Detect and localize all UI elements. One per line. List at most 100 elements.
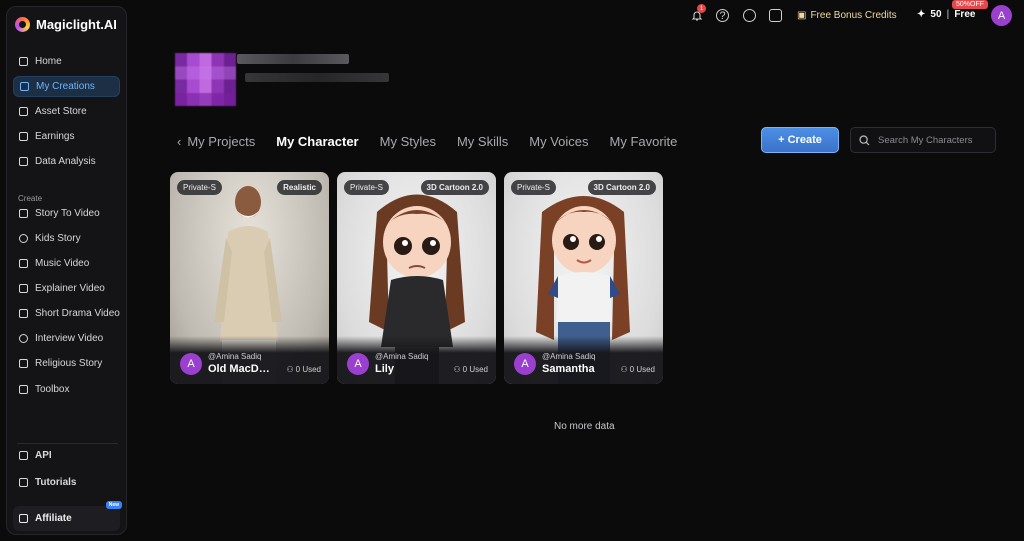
usage-label: 0 Used: [295, 365, 321, 374]
usage-label: 0 Used: [462, 365, 488, 374]
author-avatar: A: [514, 353, 536, 375]
notification-count-badge: 1: [697, 4, 706, 13]
sidebar-item-label: Story To Video: [35, 208, 100, 219]
tab-my-styles[interactable]: My Styles: [380, 134, 436, 149]
logo[interactable]: Magiclight.AI: [15, 17, 117, 32]
card-character-name: Old MacDonald: [208, 363, 274, 375]
discord-icon[interactable]: [769, 9, 782, 22]
sidebar-item-label: Short Drama Video: [35, 308, 120, 319]
create-button[interactable]: + Create: [761, 127, 839, 153]
api-icon: [19, 451, 28, 460]
credits-separator: |: [946, 9, 950, 20]
create-section-label: Create: [18, 194, 43, 203]
tab-my-character[interactable]: My Character: [276, 134, 358, 149]
sidebar-item-interview-video[interactable]: Interview Video: [13, 328, 120, 349]
sidebar-item-label: Asset Store: [35, 106, 87, 117]
sidebar-item-label: Music Video: [35, 258, 90, 269]
new-badge: New: [105, 501, 122, 509]
music-icon: [19, 259, 28, 268]
sidebar-item-label: Home: [35, 56, 62, 67]
sidebar-item-religious-story[interactable]: Religious Story: [13, 353, 120, 374]
sidebar-item-api[interactable]: API: [13, 445, 120, 466]
sidebar-item-short-drama-video[interactable]: Short Drama Video: [13, 303, 120, 324]
credit-count: 50: [930, 9, 942, 20]
sidebar-item-tutorials[interactable]: Tutorials: [13, 472, 120, 493]
search-box[interactable]: [850, 127, 996, 153]
bonus-label: Free Bonus Credits: [810, 10, 897, 21]
sidebar-item-earnings[interactable]: Earnings: [13, 126, 120, 147]
sidebar-item-label: API: [35, 450, 52, 461]
globe-icon[interactable]: [743, 9, 756, 22]
character-tabs: ‹ My Projects My Character My Styles My …: [177, 134, 698, 149]
character-card[interactable]: Private-S Realistic A @Amina Sadiq Old M…: [170, 172, 329, 384]
tutorial-icon: [19, 478, 28, 487]
sidebar-item-story-to-video[interactable]: Story To Video: [13, 203, 120, 224]
sidebar-item-label: Earnings: [35, 131, 75, 142]
tab-my-favorite[interactable]: My Favorite: [610, 134, 678, 149]
folder-icon: [20, 82, 29, 91]
visibility-tag: Private-S: [511, 180, 556, 195]
logo-icon: [15, 17, 30, 32]
search-input[interactable]: [878, 134, 993, 146]
card-author: @Amina Sadiq: [208, 352, 262, 361]
toolbox-icon: [19, 385, 28, 394]
style-tag: Realistic: [277, 180, 322, 195]
discount-badge: 50%OFF: [952, 0, 989, 9]
visibility-tag: Private-S: [177, 180, 222, 195]
sidebar-item-home[interactable]: Home: [13, 51, 120, 72]
sidebar-item-label: Religious Story: [35, 358, 103, 369]
sidebar-item-asset-store[interactable]: Asset Store: [13, 101, 120, 122]
usage-label: 0 Used: [629, 365, 655, 374]
card-author: @Amina Sadiq: [542, 352, 596, 361]
sidebar-item-data-analysis[interactable]: Data Analysis: [13, 151, 120, 172]
sidebar-item-affiliate[interactable]: Affiliate New: [13, 501, 122, 531]
free-bonus-credits-button[interactable]: ▣ Free Bonus Credits: [797, 10, 897, 21]
usage-count: ⚇ 0 Used: [453, 365, 488, 374]
sidebar-item-label: Explainer Video: [35, 283, 105, 294]
home-icon: [19, 57, 28, 66]
card-character-name: Samantha: [542, 363, 595, 375]
store-icon: [19, 107, 28, 116]
style-tag: 3D Cartoon 2.0: [420, 180, 489, 195]
app-name: Magiclight.AI: [36, 17, 117, 32]
book-icon: [19, 359, 28, 368]
profile-subtitle-blurred: [245, 73, 389, 82]
tab-my-voices[interactable]: My Voices: [529, 134, 588, 149]
sidebar-item-label: Tutorials: [35, 477, 77, 488]
sidebar-item-label: Toolbox: [35, 384, 70, 395]
users-icon: ⚇: [286, 365, 294, 374]
mic-icon: [19, 334, 28, 343]
video-icon: [19, 209, 28, 218]
usage-count: ⚇ 0 Used: [286, 365, 321, 374]
sidebar-item-toolbox[interactable]: Toolbox: [13, 379, 120, 400]
back-chevron-icon[interactable]: ‹: [177, 134, 181, 149]
style-tag: 3D Cartoon 2.0: [587, 180, 656, 195]
profile-avatar-image: [175, 53, 236, 106]
profile-name-blurred: [237, 54, 349, 64]
sidebar-item-label: Kids Story: [35, 233, 81, 244]
sidebar-item-music-video[interactable]: Music Video: [13, 253, 120, 274]
card-author: @Amina Sadiq: [375, 352, 429, 361]
drama-icon: [19, 309, 28, 318]
sidebar-item-explainer-video[interactable]: Explainer Video: [13, 278, 120, 299]
sidebar-item-my-creations[interactable]: My Creations: [13, 76, 120, 97]
sidebar-item-kids-story[interactable]: Kids Story: [13, 228, 120, 249]
wallet-icon: [19, 132, 28, 141]
character-card[interactable]: Private-S 3D Cartoon 2.0 A @Amina Sadiq …: [337, 172, 496, 384]
tab-my-skills[interactable]: My Skills: [457, 134, 508, 149]
sidebar-item-label: Affiliate: [35, 513, 72, 524]
tab-my-projects[interactable]: My Projects: [187, 134, 255, 149]
sidebar: Magiclight.AI Home My Creations Asset St…: [6, 6, 127, 535]
help-icon[interactable]: ?: [716, 9, 729, 22]
explainer-icon: [19, 284, 28, 293]
card-character-name: Lily: [375, 363, 394, 375]
character-card[interactable]: Private-S 3D Cartoon 2.0 A @Amina Sadiq …: [504, 172, 663, 384]
users-icon: ⚇: [620, 365, 628, 374]
credits-display[interactable]: ✦ 50 | Free: [917, 9, 975, 20]
sidebar-item-label: My Creations: [36, 81, 95, 92]
chart-icon: [19, 157, 28, 166]
diamond-icon: ✦: [917, 9, 926, 20]
users-icon: ⚇: [453, 365, 461, 374]
user-avatar[interactable]: A: [991, 5, 1012, 26]
visibility-tag: Private-S: [344, 180, 389, 195]
